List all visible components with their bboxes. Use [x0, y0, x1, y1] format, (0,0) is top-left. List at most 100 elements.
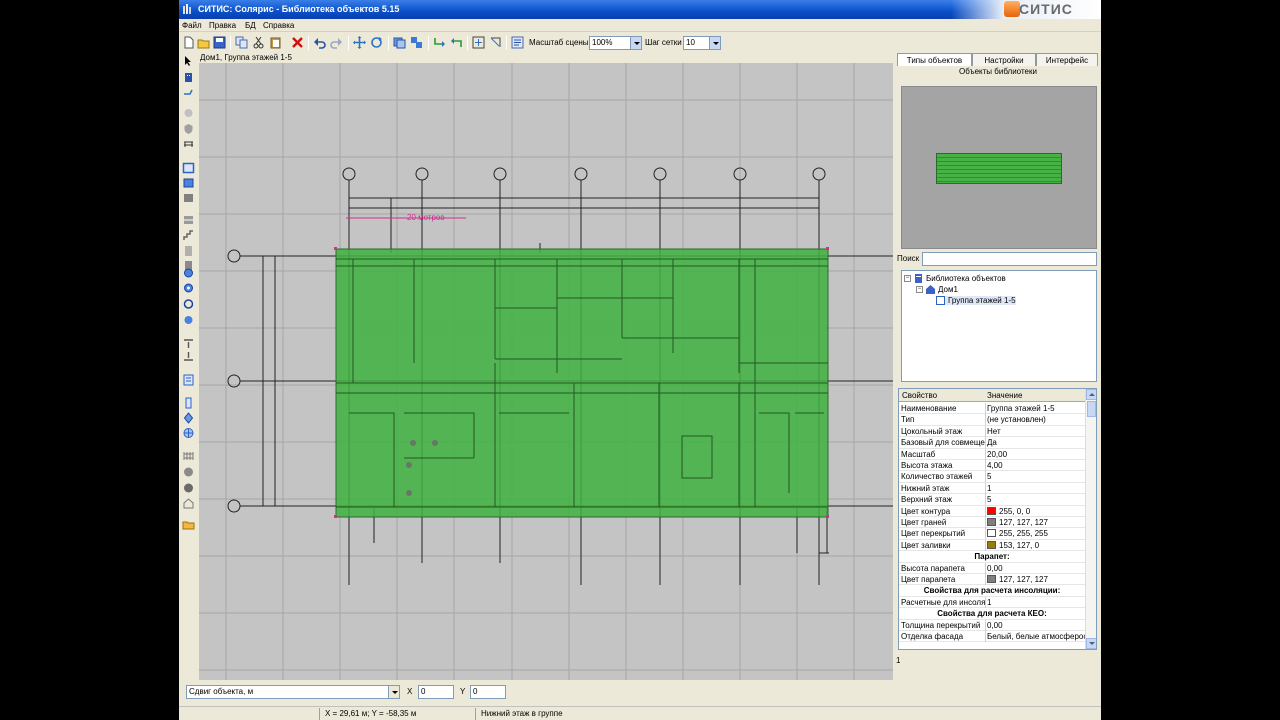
property-value[interactable]: Да: [987, 438, 1085, 447]
property-value[interactable]: Группа этажей 1-5: [987, 404, 1085, 413]
property-value[interactable]: 0,00: [987, 564, 1085, 573]
property-value[interactable]: 1: [987, 484, 1085, 493]
property-value[interactable]: Белый, белые атмосферос: [987, 632, 1085, 641]
property-row[interactable]: Базовый для совмеще Да: [899, 437, 1085, 449]
property-row[interactable]: Расчетные для инсоля 1: [899, 596, 1085, 609]
save-icon[interactable]: [213, 36, 226, 49]
property-value[interactable]: Нет: [987, 427, 1085, 436]
property-row[interactable]: Толщина перекрытий 0,00: [899, 619, 1085, 631]
property-value[interactable]: 127, 127, 127: [987, 575, 1085, 584]
property-scrollbar[interactable]: [1085, 389, 1096, 649]
property-row[interactable]: Цокольный этаж Нет: [899, 425, 1085, 438]
drawing-canvas[interactable]: 20 метров: [199, 63, 893, 680]
property-row[interactable]: Верхний этаж 5: [899, 494, 1085, 506]
search-input[interactable]: [922, 252, 1097, 266]
wall-icon[interactable]: [182, 214, 195, 226]
shield-icon[interactable]: [182, 123, 195, 135]
property-row[interactable]: Цвет контура 255, 0, 0: [899, 505, 1085, 517]
scroll-up-icon[interactable]: [1086, 389, 1096, 400]
tree-node-floor-group[interactable]: Группа этажей 1-5: [936, 296, 1016, 306]
property-value[interactable]: 255, 0, 0: [987, 506, 1085, 516]
property-row[interactable]: Отделка фасада Белый, белые атмосферос: [899, 631, 1085, 643]
x-input[interactable]: 0: [418, 685, 454, 699]
property-row[interactable]: Количество этажей 5: [899, 471, 1085, 483]
cut-icon[interactable]: [252, 36, 265, 49]
redo-icon[interactable]: [330, 36, 343, 49]
chevron-down-icon[interactable]: [709, 37, 720, 49]
property-row[interactable]: Цвет парапета 127, 127, 127: [899, 574, 1085, 586]
y-input[interactable]: 0: [470, 685, 506, 699]
property-row[interactable]: Наименование Группа этажей 1-5: [899, 403, 1085, 415]
property-value[interactable]: 5: [987, 472, 1085, 481]
fit-view-icon[interactable]: [472, 36, 485, 49]
compass-icon[interactable]: [182, 412, 195, 424]
property-value[interactable]: 255, 255, 255: [987, 529, 1085, 538]
align-bottom-icon[interactable]: [182, 351, 195, 363]
zoom-region-icon[interactable]: [489, 36, 502, 49]
tree-node-house[interactable]: − Дом1: [916, 285, 958, 295]
menu-db[interactable]: БД: [245, 21, 256, 30]
tree-icon[interactable]: [182, 108, 195, 120]
align-top-icon[interactable]: [182, 337, 195, 349]
copy-icon[interactable]: [235, 36, 248, 49]
chevron-down-icon[interactable]: [388, 686, 399, 698]
delete-icon[interactable]: [291, 36, 304, 49]
new-file-icon[interactable]: [182, 36, 195, 49]
property-row[interactable]: Цвет перекрытий 255, 255, 255: [899, 528, 1085, 540]
rectangle-solid-icon[interactable]: [182, 177, 195, 189]
tree-node-library[interactable]: − Библиотека объектов: [904, 274, 1006, 284]
color-swatch[interactable]: [987, 529, 996, 538]
measure-icon[interactable]: [182, 374, 195, 386]
building-icon[interactable]: [182, 71, 195, 83]
menu-edit[interactable]: Правка: [209, 21, 236, 30]
property-value[interactable]: 4,00: [987, 461, 1085, 470]
property-row[interactable]: Высота этажа 4,00: [899, 460, 1085, 472]
color-swatch[interactable]: [987, 575, 996, 583]
library-tree[interactable]: − Библиотека объектов − Дом1 Группа этажей…: [901, 270, 1097, 382]
pointer-icon[interactable]: [182, 55, 195, 67]
property-value[interactable]: 153, 127, 0: [987, 540, 1085, 550]
sphere-dark-icon[interactable]: [182, 482, 195, 494]
paste-icon[interactable]: [269, 36, 282, 49]
undo-icon[interactable]: [313, 36, 326, 49]
folder-icon[interactable]: [182, 519, 195, 531]
property-value[interactable]: 5: [987, 495, 1085, 504]
property-row[interactable]: Масштаб 20,00: [899, 448, 1085, 460]
property-section-header[interactable]: Парапет:: [899, 551, 1085, 563]
open-folder-icon[interactable]: [197, 36, 210, 49]
property-value[interactable]: 1: [987, 598, 1085, 607]
tab-interface[interactable]: Интерфейс: [1036, 53, 1098, 66]
tab-object-types[interactable]: Типы объектов: [897, 53, 972, 66]
property-row[interactable]: Нижний этаж 1: [899, 482, 1085, 495]
property-row[interactable]: Цвет граней 127, 127, 127: [899, 517, 1085, 529]
point-tool-3-icon[interactable]: [182, 298, 195, 310]
floor-plan-drawing[interactable]: 20 метров: [199, 63, 893, 680]
stairs-icon[interactable]: [182, 230, 195, 242]
property-row[interactable]: Высота парапета 0,00: [899, 562, 1085, 574]
link-icon[interactable]: [182, 86, 195, 98]
step-up-icon[interactable]: [450, 36, 463, 49]
move-icon[interactable]: [353, 36, 366, 49]
chevron-down-icon[interactable]: [630, 37, 641, 49]
scroll-thumb[interactable]: [1087, 401, 1096, 417]
column-tool-icon[interactable]: [182, 397, 195, 409]
layers-icon[interactable]: [393, 36, 406, 49]
property-section-header[interactable]: Свойства для расчета инсоляции:: [899, 585, 1085, 597]
fill-rect-icon[interactable]: [182, 192, 195, 204]
collapse-icon[interactable]: −: [916, 286, 923, 294]
point-tool-4-icon[interactable]: [182, 314, 195, 326]
point-tool-1-icon[interactable]: [182, 267, 195, 279]
menu-help[interactable]: Справка: [263, 21, 294, 30]
collapse-icon[interactable]: −: [904, 275, 911, 283]
color-swatch[interactable]: [987, 518, 996, 526]
property-row[interactable]: Тип (не установлен): [899, 414, 1085, 426]
transform-mode-select[interactable]: Сдвиг объекта, м: [186, 685, 400, 699]
menu-file[interactable]: Файл: [182, 21, 202, 30]
property-value[interactable]: 0,00: [987, 621, 1085, 630]
rectangle-tool-icon[interactable]: [182, 162, 195, 174]
property-row[interactable]: Цвет заливки 153, 127, 0: [899, 539, 1085, 552]
property-section-header[interactable]: Свойства для расчета КЕО:: [899, 608, 1085, 620]
grid-tool-icon[interactable]: [182, 450, 195, 462]
property-value[interactable]: 20,00: [987, 450, 1085, 459]
point-tool-2-icon[interactable]: [182, 282, 195, 294]
